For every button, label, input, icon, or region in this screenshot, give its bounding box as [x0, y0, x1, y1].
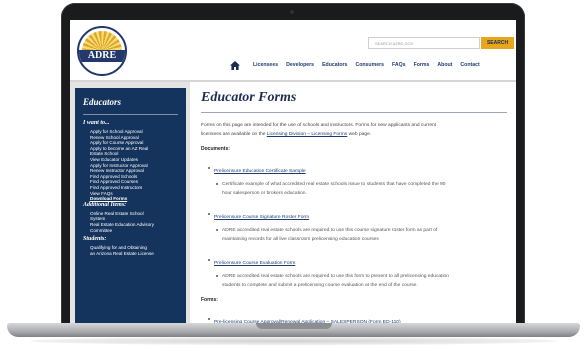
page-title: Educator Forms [201, 90, 297, 105]
nav-contact[interactable]: Contact [460, 62, 479, 68]
main-nav: Licensees Developers Educators Consumers… [253, 62, 488, 68]
sun-rays-graphic [82, 31, 122, 51]
trackpad-notch [256, 323, 332, 329]
licensing-forms-link[interactable]: Licensing Division – Licensing Forms [267, 132, 347, 137]
document-item: Prelicensure Course Signature Roster For… [208, 205, 511, 244]
nav-developers[interactable]: Developers [286, 62, 314, 68]
home-icon[interactable] [230, 61, 240, 70]
nav-licensees[interactable]: Licensees [253, 62, 278, 68]
nav-about[interactable]: About [437, 62, 452, 68]
nav-educators[interactable]: Educators [322, 62, 347, 68]
camera [290, 10, 294, 14]
nav-consumers[interactable]: Consumers [355, 62, 384, 68]
sidebar-title: Educators [83, 97, 122, 107]
logo-text: ADRE [87, 50, 117, 61]
search-input[interactable]: SEARCH AZRE.GOV [368, 37, 480, 49]
nav-forms[interactable]: Forms [414, 62, 430, 68]
laptop-base [7, 323, 580, 337]
educators-sidebar: Educators I want to... Apply for School … [75, 88, 186, 334]
nav-faqs[interactable]: FAQs [392, 62, 406, 68]
search-button[interactable]: SEARCH [481, 37, 514, 49]
document-link[interactable]: Prelicensure Course Signature Roster For… [214, 215, 309, 220]
laptop-lid: ADRE SEARCH AZRE.GOV SEARCH Licensees De… [61, 3, 525, 334]
forms-label: Forms: [201, 297, 218, 303]
laptop-screen: ADRE SEARCH AZRE.GOV SEARCH Licensees De… [70, 20, 516, 334]
intro-text: Forms on this page are intended for the … [201, 123, 437, 137]
adre-logo[interactable]: ADRE [77, 26, 127, 76]
documents-label: Documents: [201, 146, 230, 152]
document-item: Prelicensure Education Certificate Sampl… [208, 159, 511, 198]
sidebar-item[interactable]: an Arizona Real Estate License [83, 251, 183, 257]
document-item: Prelicensure Course Evaluation Form ADRE… [208, 251, 511, 290]
site-header: ADRE SEARCH AZRE.GOV SEARCH Licensees De… [70, 20, 516, 80]
document-link[interactable]: Prelicensure Course Evaluation Form [214, 261, 295, 266]
document-link[interactable]: Prelicensure Education Certificate Sampl… [214, 169, 306, 174]
main-content: Educator Forms Forms on this page are in… [201, 90, 511, 328]
